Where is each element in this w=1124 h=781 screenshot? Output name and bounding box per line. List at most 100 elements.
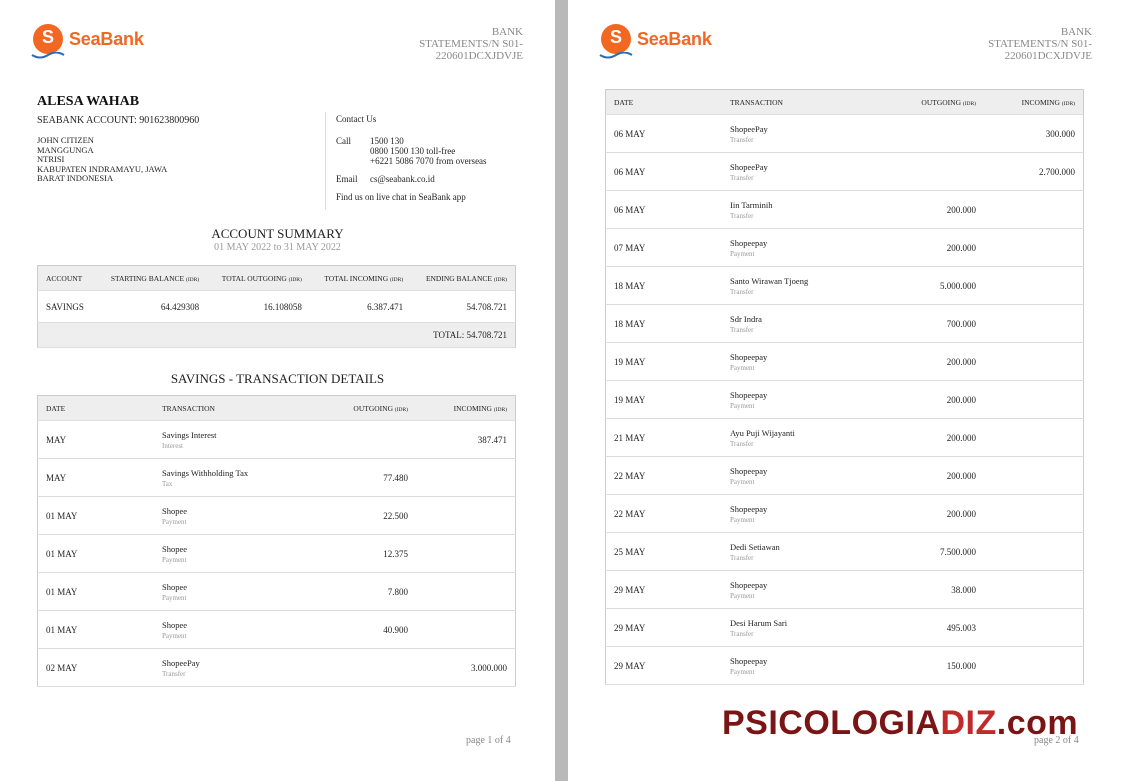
transaction-name: Shopeepay — [730, 503, 768, 514]
transaction-type: Transfer — [730, 211, 754, 220]
transaction-type: Payment — [162, 593, 187, 602]
transaction-cell: Dedi Setiawan Transfer — [722, 532, 888, 571]
date-cell: 29 MAY — [605, 608, 722, 647]
transaction-cell: Iin Tarminih Transfer — [722, 190, 888, 229]
transaction-cell: Shopee Payment — [154, 610, 320, 649]
outgoing-cell: 77.480 — [320, 458, 416, 497]
outgoing-cell: 200.000 — [888, 456, 984, 495]
page-number: page 1 of 4 — [466, 735, 511, 746]
transaction-cell: ShopeePay Transfer — [722, 114, 888, 153]
call-row: Call 1500 130 0800 1500 130 toll-free +6… — [336, 136, 487, 166]
transaction-type: Transfer — [730, 287, 754, 296]
divider — [325, 112, 326, 210]
incoming-cell — [416, 534, 516, 573]
table-row: 25 MAY Dedi Setiawan Transfer 7.500.000 — [605, 532, 1084, 571]
seabank-logo: S SeaBank — [599, 24, 712, 59]
transaction-cell: ShopeePay Transfer — [722, 152, 888, 191]
table-row: MAY Savings Interest Interest 387.471 — [37, 420, 516, 459]
table-row: 29 MAY Shopeepay Payment 38.000 — [605, 570, 1084, 609]
transaction-type: Payment — [730, 401, 755, 410]
statement-number: BANK STATEMENTS/N S01- 220601DCXJDVJE — [988, 26, 1092, 62]
transaction-name: Desi Harum Sari — [730, 617, 788, 628]
transaction-cell: Santo Wirawan Tjoeng Transfer — [722, 266, 888, 305]
table-row: 18 MAY Sdr Indra Transfer 700.000 — [605, 304, 1084, 343]
table-row: 01 MAY Shopee Payment 40.900 — [37, 610, 516, 649]
date-cell: 22 MAY — [605, 456, 722, 495]
transaction-name: Shopeepay — [730, 579, 768, 590]
table-row: 22 MAY Shopeepay Payment 200.000 — [605, 456, 1084, 495]
transaction-type: Transfer — [730, 135, 754, 144]
outgoing-cell: 7.800 — [320, 572, 416, 611]
transaction-details-title: SAVINGS - TRANSACTION DETAILS — [170, 371, 385, 386]
outgoing-cell: 200.000 — [888, 228, 984, 267]
date-cell: 01 MAY — [37, 572, 154, 611]
table-row: 21 MAY Ayu Puji Wijayanti Transfer 200.000 — [605, 418, 1084, 457]
email-link[interactable]: cs@seabank.co.id — [370, 174, 435, 184]
transaction-name: ShopeePay — [730, 161, 768, 172]
outgoing-cell — [320, 648, 416, 687]
transaction-name: Iin Tarminih — [730, 199, 773, 210]
transaction-cell: ShopeePay Transfer — [154, 648, 320, 687]
transaction-cell: Shopeepay Payment — [722, 456, 888, 495]
transaction-cell: Shopeepay Payment — [722, 494, 888, 533]
outgoing-cell: 200.000 — [888, 342, 984, 381]
transaction-type: Payment — [730, 363, 755, 372]
outgoing-cell: 495.003 — [888, 608, 984, 647]
outgoing-cell: 5.000.000 — [888, 266, 984, 305]
outgoing-cell: 200.000 — [888, 494, 984, 533]
transaction-name: Savings Interest — [162, 429, 217, 440]
date-cell: 02 MAY — [37, 648, 154, 687]
watermark: PSICOLOGIADIZ.com — [722, 704, 1079, 742]
transaction-name: ShopeePay — [730, 123, 768, 134]
incoming-cell — [984, 304, 1084, 343]
transaction-type: Payment — [162, 517, 187, 526]
transaction-cell: Shopee Payment — [154, 534, 320, 573]
date-cell: MAY — [37, 420, 154, 459]
incoming-cell — [984, 456, 1084, 495]
email-row: Email cs@seabank.co.id — [336, 174, 435, 184]
transaction-name: Shopeepay — [730, 389, 768, 400]
date-cell: 01 MAY — [37, 610, 154, 649]
outgoing-cell: 700.000 — [888, 304, 984, 343]
transaction-name: Shopeepay — [730, 351, 768, 362]
table-row: 29 MAY Desi Harum Sari Transfer 495.003 — [605, 608, 1084, 647]
incoming-cell: 387.471 — [416, 420, 516, 459]
transaction-name: Shopee — [162, 581, 188, 592]
outgoing-cell: 40.900 — [320, 610, 416, 649]
date-cell: 25 MAY — [605, 532, 722, 571]
table-row: 06 MAY ShopeePay Transfer 300.000 — [605, 114, 1084, 153]
date-cell: 29 MAY — [605, 570, 722, 609]
outgoing-cell — [888, 152, 984, 191]
transaction-name: Shopeepay — [730, 237, 768, 248]
statement-page-2: S SeaBank BANK STATEMENTS/N S01- 220601D… — [568, 0, 1124, 781]
transaction-type: Interest — [162, 441, 183, 450]
transaction-type: Payment — [730, 591, 755, 600]
incoming-cell — [984, 494, 1084, 533]
transaction-type: Payment — [730, 667, 755, 676]
table-row: 01 MAY Shopee Payment 22.500 — [37, 496, 516, 535]
logo-text: SeaBank — [69, 28, 144, 49]
seabank-logo: S SeaBank — [31, 24, 144, 59]
transaction-type: Payment — [162, 631, 187, 640]
transaction-name: Shopee — [162, 505, 188, 516]
table-row: 22 MAY Shopeepay Payment 200.000 — [605, 494, 1084, 533]
transaction-type: Payment — [730, 249, 755, 258]
table-row: 06 MAY ShopeePay Transfer 2.700.000 — [605, 152, 1084, 191]
contact-block: Contact Us Call 1500 130 0800 1500 130 t… — [336, 114, 546, 202]
transaction-type: Transfer — [730, 173, 754, 182]
date-cell: 06 MAY — [605, 152, 722, 191]
transaction-cell: Ayu Puji Wijayanti Transfer — [722, 418, 888, 457]
incoming-cell — [416, 610, 516, 649]
incoming-cell — [984, 380, 1084, 419]
incoming-cell — [984, 190, 1084, 229]
incoming-cell — [416, 572, 516, 611]
outgoing-cell: 7.500.000 — [888, 532, 984, 571]
incoming-cell — [984, 532, 1084, 571]
transaction-cell: Desi Harum Sari Transfer — [722, 608, 888, 647]
table-row: SAVINGS 64.429308 16.108058 6.387.471 54… — [37, 290, 516, 323]
transaction-type: Payment — [162, 555, 187, 564]
transaction-type: Transfer — [730, 325, 754, 334]
outgoing-cell: 150.000 — [888, 646, 984, 685]
outgoing-cell: 200.000 — [888, 380, 984, 419]
outgoing-cell — [320, 420, 416, 459]
